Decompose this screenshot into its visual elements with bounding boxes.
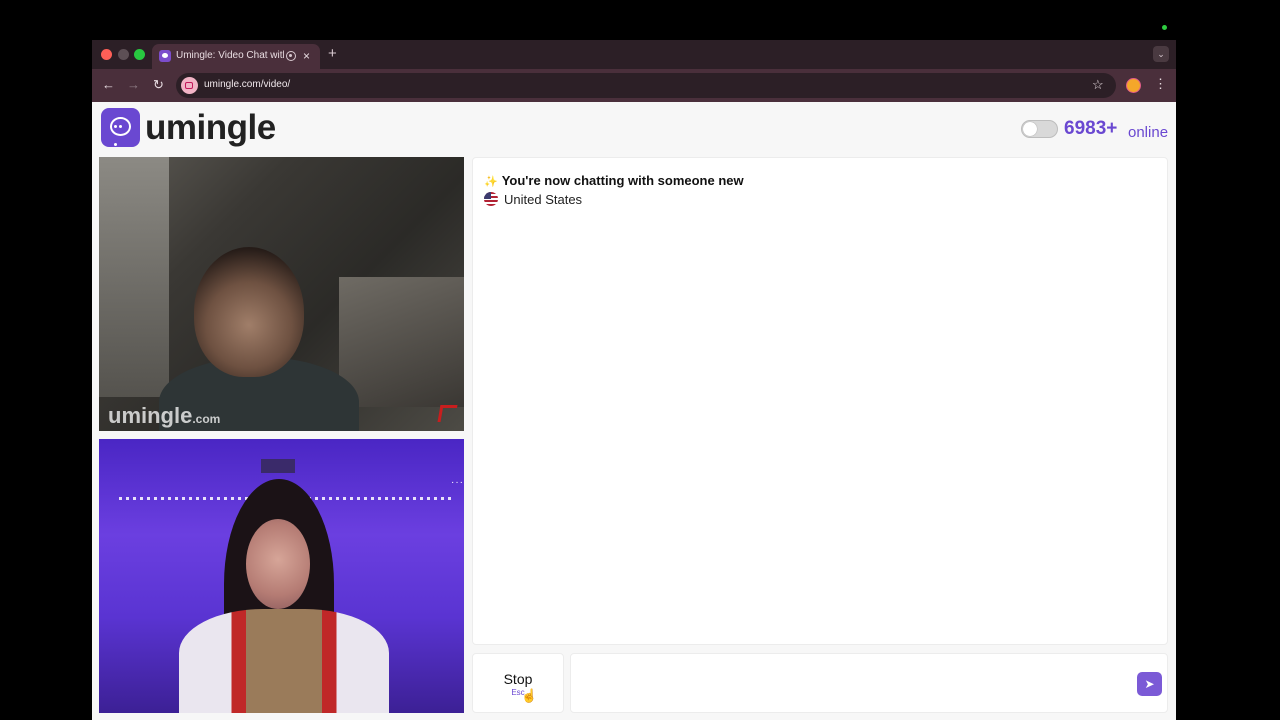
forward-arrow-icon[interactable]: →	[127, 77, 140, 93]
remote-video-feed: umingle.com	[99, 157, 464, 431]
online-count: 6983+	[1064, 118, 1118, 139]
chat-country-line: United States	[484, 192, 582, 207]
tab-close-icon[interactable]: ×	[303, 48, 310, 64]
local-person-body	[179, 609, 389, 713]
url-bar[interactable]: umingle.com/video/ ☆	[176, 73, 1116, 98]
local-background-window	[261, 459, 295, 473]
umingle-logo-icon[interactable]	[101, 108, 140, 147]
recording-indicator-dot	[1162, 25, 1167, 30]
pointer-cursor-icon: ☝	[521, 688, 538, 703]
browser-menu-icon[interactable]: ⋮	[1154, 76, 1167, 92]
umingle-favicon-icon	[159, 50, 171, 62]
profile-avatar-icon[interactable]	[1126, 78, 1141, 93]
reload-icon[interactable]: ↻	[153, 77, 164, 93]
us-flag-icon	[484, 192, 498, 206]
dark-mode-toggle[interactable]	[1021, 120, 1058, 138]
video-options-icon[interactable]: ···	[451, 477, 464, 488]
close-window-button[interactable]	[101, 49, 112, 60]
sparkle-icon: ✨	[484, 176, 498, 188]
page-content: umingle 6983+ online umingle.com ··· ✨ Y…	[92, 102, 1176, 720]
remote-person-head	[194, 247, 304, 377]
online-label: online	[1128, 124, 1169, 141]
stop-button-label: Stop	[503, 671, 533, 687]
remote-background-door	[99, 157, 169, 397]
partner-country: United States	[504, 192, 583, 207]
back-arrow-icon[interactable]: ←	[102, 77, 115, 93]
message-composer: ➤	[570, 653, 1168, 713]
toggle-knob	[1023, 122, 1037, 136]
address-bar-row: ← → ↻ umingle.com/video/ ☆ ⋮	[92, 69, 1176, 102]
bookmark-star-icon[interactable]: ☆	[1092, 77, 1104, 93]
stop-button[interactable]: Stop Esc ☝	[472, 653, 564, 713]
camera-permission-icon[interactable]	[181, 77, 198, 94]
report-flag-icon[interactable]	[437, 405, 458, 422]
recording-icon[interactable]	[286, 51, 296, 61]
tab-search-dropdown-icon[interactable]: ⌄	[1153, 46, 1169, 62]
local-person-face	[246, 519, 310, 609]
chat-status-line: ✨ You're now chatting with someone new	[484, 173, 744, 188]
browser-window: Umingle: Video Chat with × + ⌄ ← → ↻ umi…	[92, 40, 1176, 720]
chat-log: ✨ You're now chatting with someone new Un…	[472, 157, 1168, 645]
new-tab-button[interactable]: +	[328, 45, 337, 63]
url-text[interactable]: umingle.com/video/	[204, 79, 290, 90]
send-icon: ➤	[1144, 677, 1155, 691]
logo-text[interactable]: umingle	[145, 106, 276, 150]
local-video-feed: ···	[99, 439, 464, 713]
stop-button-shortcut: Esc	[511, 688, 525, 697]
tab-title: Umingle: Video Chat with	[176, 50, 284, 61]
send-button[interactable]: ➤	[1137, 672, 1162, 696]
maximize-window-button[interactable]	[134, 49, 145, 60]
remote-background-bed	[339, 277, 464, 407]
minimize-window-button[interactable]	[118, 49, 129, 60]
video-watermark: umingle.com	[108, 403, 221, 428]
tab-bar: Umingle: Video Chat with × + ⌄	[92, 40, 1176, 69]
tab-umingle[interactable]: Umingle: Video Chat with ×	[152, 44, 320, 69]
chat-status-message: You're now chatting with someone new	[501, 173, 744, 188]
message-input[interactable]	[581, 664, 1125, 704]
